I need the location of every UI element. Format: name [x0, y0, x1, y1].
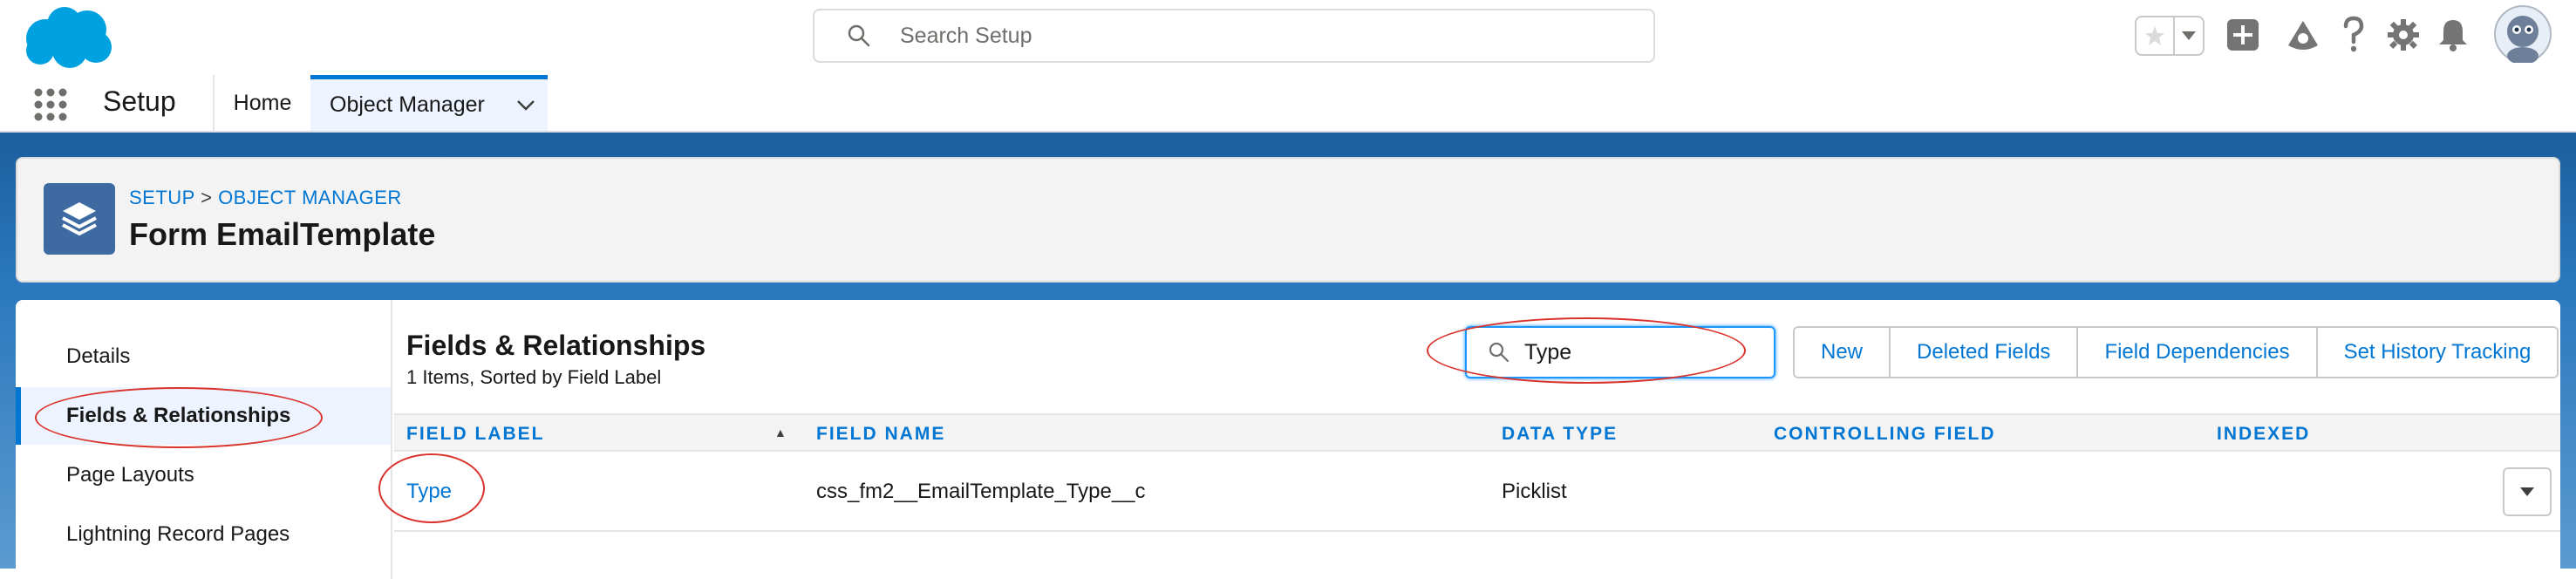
help-icon[interactable] [2341, 16, 2367, 54]
sidebar-item-label: Lightning Record Pages [66, 522, 290, 546]
sidebar-item-fields-relationships[interactable]: Fields & Relationships [16, 387, 391, 445]
setup-gear-icon[interactable] [2386, 17, 2421, 52]
search-icon [1489, 342, 1509, 363]
quick-find-box[interactable] [1465, 326, 1775, 378]
breadcrumb-object-manager-link[interactable]: OBJECT MANAGER [218, 187, 402, 208]
global-actions-add-icon[interactable] [2225, 17, 2260, 52]
column-header-field-name[interactable]: FIELD NAME [816, 424, 945, 445]
favorites-group[interactable] [2135, 16, 2205, 56]
breadcrumb-separator: > [201, 187, 213, 208]
table-row: Type css_fm2__EmailTemplate_Type__c Pick… [394, 453, 2560, 532]
chevron-down-icon [2520, 487, 2534, 496]
column-header-label: FIELD LABEL [406, 424, 545, 444]
breadcrumb-setup-link[interactable]: SETUP [129, 187, 194, 208]
row-actions-dropdown[interactable] [2503, 467, 2552, 516]
sort-ascending-icon[interactable]: ▲ [774, 426, 788, 439]
sidebar-item-details[interactable]: Details [16, 328, 391, 385]
app-name: Setup [103, 85, 176, 117]
column-header-controlling-field[interactable]: CONTROLLING FIELD [1774, 424, 1995, 445]
tab-object-manager-label: Object Manager [330, 92, 485, 117]
object-sidebar: Details Fields & Relationships Page Layo… [16, 300, 392, 579]
salesforce-cloud-logo[interactable] [19, 5, 113, 70]
breadcrumb: SETUP > OBJECT MANAGER [129, 187, 402, 209]
global-search-input[interactable] [900, 23, 1598, 49]
header-button-group: New Deleted Fields Field Dependencies Se… [1793, 326, 2559, 378]
column-header-indexed[interactable]: INDEXED [2217, 424, 2310, 445]
global-search[interactable] [813, 9, 1655, 63]
sidebar-item-label: Fields & Relationships [66, 404, 291, 427]
field-api-name: css_fm2__EmailTemplate_Type__c [816, 480, 1146, 503]
column-header-data-type[interactable]: DATA TYPE [1502, 424, 1618, 445]
sidebar-item-label: Details [66, 344, 131, 368]
app-nav-bar: Setup Home Object Manager [0, 75, 2576, 133]
section-title: Fields & Relationships [406, 330, 706, 361]
tab-home[interactable]: Home [215, 75, 310, 131]
field-dependencies-button[interactable]: Field Dependencies [2078, 328, 2318, 377]
page-title: Form EmailTemplate [129, 216, 436, 252]
sidebar-item-label: Page Layouts [66, 463, 194, 487]
field-label-link[interactable]: Type [406, 480, 452, 504]
sidebar-item-lightning-record-pages[interactable]: Lightning Record Pages [16, 506, 391, 563]
fields-table-header: FIELD LABEL ▲ FIELD NAME DATA TYPE CONTR… [394, 413, 2560, 452]
tab-object-manager[interactable]: Object Manager [310, 75, 548, 131]
app-launcher-icon[interactable] [33, 87, 68, 122]
deleted-fields-button[interactable]: Deleted Fields [1891, 328, 2079, 377]
set-history-tracking-button[interactable]: Set History Tracking [2317, 328, 2558, 377]
favorite-star-icon[interactable] [2136, 17, 2175, 54]
new-field-button[interactable]: New [1795, 328, 1891, 377]
section-subtitle: 1 Items, Sorted by Field Label [406, 366, 662, 388]
global-header [0, 0, 2576, 75]
search-icon [848, 24, 870, 47]
object-layers-icon [44, 183, 115, 255]
user-avatar[interactable] [2494, 5, 2552, 63]
favorites-dropdown-icon[interactable] [2175, 17, 2203, 54]
notifications-bell-icon[interactable] [2436, 17, 2470, 52]
object-content-card: Details Fields & Relationships Page Layo… [16, 300, 2560, 579]
trailhead-icon[interactable] [2285, 17, 2321, 52]
sidebar-item-page-layouts[interactable]: Page Layouts [16, 446, 391, 504]
quick-find-input[interactable] [1524, 339, 1768, 365]
fields-relationships-panel: Fields & Relationships 1 Items, Sorted b… [394, 300, 2560, 579]
object-page-header: SETUP > OBJECT MANAGER Form EmailTemplat… [16, 157, 2560, 283]
field-data-type: Picklist [1502, 480, 1567, 503]
tab-home-label: Home [233, 90, 292, 115]
chevron-down-icon[interactable] [516, 99, 535, 112]
column-header-field-label[interactable]: FIELD LABEL ▲ [406, 424, 787, 445]
